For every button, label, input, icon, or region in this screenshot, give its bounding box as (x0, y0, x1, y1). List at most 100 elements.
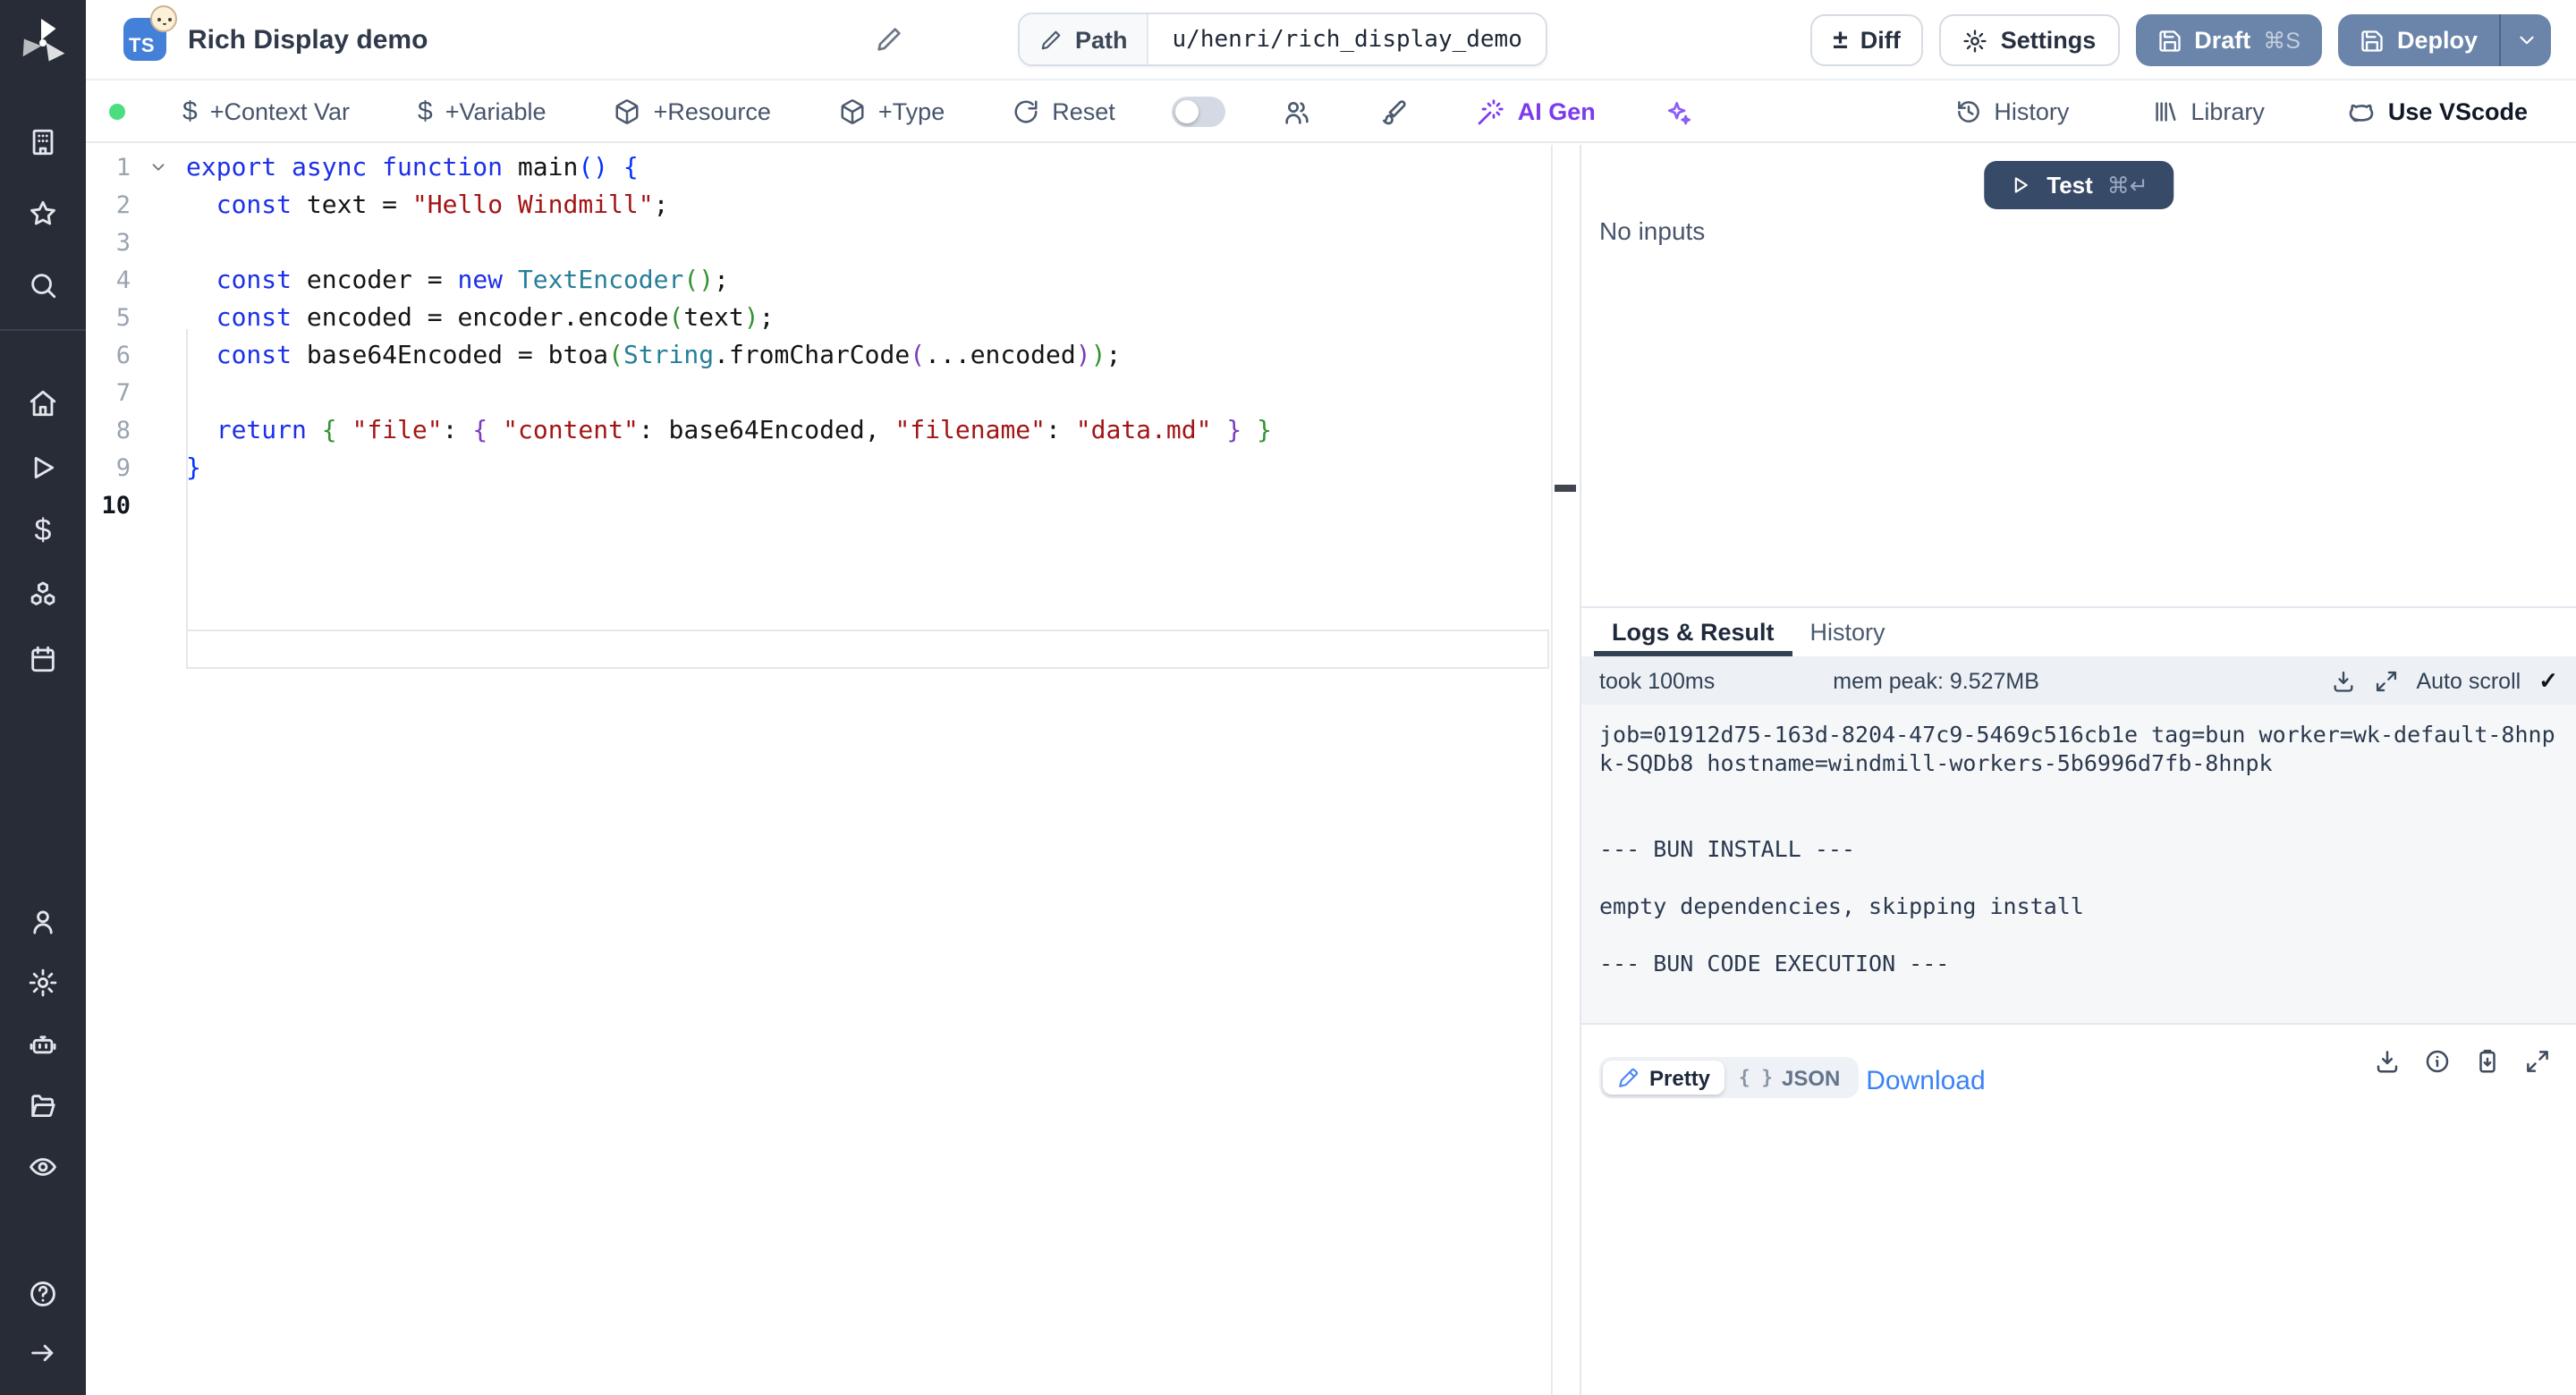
sidebar-item-eye-icon[interactable] (28, 1152, 58, 1182)
chevron-down-icon (2514, 29, 2538, 52)
pretty-view-option[interactable]: Pretty (1603, 1061, 1724, 1095)
draft-button[interactable]: Draft ⌘S (2135, 14, 2322, 66)
add-variable-button[interactable]: $ +Variable (407, 97, 557, 127)
run-panel: Test ⌘↵ No inputs Logs & Result History … (1580, 145, 2576, 1395)
sidebar-item-folder-icon[interactable] (28, 1091, 58, 1121)
edit-title-pencil-icon[interactable] (875, 25, 903, 54)
line-number: 5 (86, 303, 131, 332)
vscode-cat-icon (2347, 97, 2376, 126)
pen-nib-icon (1617, 1066, 1640, 1089)
page-title: Rich Display demo (188, 24, 428, 55)
deploy-split-button: Deploy (2338, 14, 2551, 66)
sidebar: $ (0, 0, 86, 1395)
library-books-icon (2151, 98, 2178, 125)
topbar-actions: ± Diff Settings Draft ⌘S Deploy (1809, 14, 2551, 66)
ai-sparkles-button[interactable] (1653, 96, 1703, 128)
ai-gen-button[interactable]: AI Gen (1466, 96, 1606, 128)
typescript-language-badge[interactable]: TS (123, 18, 166, 61)
auto-scroll-check-icon[interactable]: ✓ (2538, 666, 2558, 695)
code-text: const base64Encoded = btoa(String.fromCh… (186, 341, 1580, 369)
code-text: const encoded = encoder.encode(text); (186, 303, 1580, 332)
windmill-logo-icon[interactable] (16, 16, 70, 70)
deploy-dropdown-button[interactable] (2499, 14, 2551, 66)
test-shortcut: ⌘↵ (2107, 172, 2148, 199)
code-line-5: 5 const encoded = encoder.encode(text); (86, 299, 1580, 336)
code-line-7: 7 (86, 374, 1580, 411)
code-text: } (186, 453, 1580, 482)
code-line-3: 3 (86, 224, 1580, 261)
add-context-var-button[interactable]: $ +Context Var (172, 97, 360, 127)
diff-button[interactable]: ± Diff (1809, 14, 1923, 66)
topbar: TS Rich Display demo Path u/henri/rich_d… (86, 0, 2576, 80)
reset-button[interactable]: Reset (1002, 97, 1126, 127)
code-line-9: 9} (86, 449, 1580, 486)
code-editor[interactable]: 1export async function main() {2 const t… (86, 145, 1580, 1395)
sidebar-item-cubes-icon[interactable] (28, 579, 58, 610)
result-section: Pretty { } JSON Download (1581, 1023, 2576, 1395)
copy-clipboard-icon[interactable] (2474, 1048, 2501, 1075)
tab-logs-result[interactable]: Logs & Result (1594, 608, 1792, 656)
sidebar-item-user-icon[interactable] (28, 907, 58, 937)
path-label-text: Path (1075, 26, 1128, 53)
sidebar-item-gear-icon[interactable] (28, 968, 58, 998)
code-text: return { "file": { "content": base64Enco… (186, 416, 1580, 444)
path-control[interactable]: Path u/henri/rich_display_demo (1018, 13, 1547, 66)
info-icon[interactable] (2424, 1048, 2451, 1075)
json-view-option[interactable]: { } JSON (1724, 1061, 1854, 1095)
sidebar-item-calendar-icon[interactable] (28, 644, 58, 674)
no-inputs-text: No inputs (1599, 216, 1705, 245)
result-actions (2374, 1048, 2551, 1075)
fold-chevron-icon[interactable] (131, 157, 186, 177)
sidebar-divider (0, 329, 86, 331)
code-line-6: 6 const base64Encoded = btoa(String.from… (86, 336, 1580, 374)
settings-button[interactable]: Settings (1940, 14, 2120, 66)
package-icon (839, 98, 866, 125)
statusbar-actions: Auto scroll ✓ (2330, 666, 2558, 695)
deploy-label: Deploy (2397, 27, 2478, 54)
deploy-button[interactable]: Deploy (2338, 14, 2499, 66)
gear-settings-icon (1963, 28, 1988, 53)
current-line-highlight (186, 630, 1549, 669)
package-icon (614, 98, 641, 125)
sidebar-item-star-icon[interactable] (28, 199, 58, 229)
run-duration: took 100ms (1599, 668, 1715, 693)
line-number: 9 (86, 453, 131, 482)
expand-logs-icon[interactable] (2373, 668, 2398, 693)
sidebar-item-dollar-icon[interactable]: $ (35, 515, 52, 545)
tab-history[interactable]: History (1792, 608, 1903, 656)
refresh-icon (1013, 98, 1039, 125)
ts-badge-label: TS (129, 36, 155, 57)
add-resource-button[interactable]: +Resource (604, 97, 782, 127)
editor-toolbar: $ +Context Var $ +Variable +Resource +Ty… (86, 82, 2576, 143)
toolbar-right: History Library Use VScode (1944, 96, 2538, 128)
collab-toggle[interactable] (1173, 97, 1226, 127)
history-button[interactable]: History (1944, 97, 2080, 127)
auto-scroll-label[interactable]: Auto scroll (2416, 668, 2521, 693)
users-icon (1284, 97, 1312, 126)
sidebar-item-robot-icon[interactable] (28, 1030, 58, 1061)
sidebar-item-help-icon[interactable] (28, 1279, 58, 1309)
overview-ruler[interactable] (1551, 145, 1580, 1395)
sidebar-item-home-icon[interactable] (28, 388, 58, 418)
sidebar-item-play-icon[interactable] (28, 452, 58, 483)
sidebar-item-search-icon[interactable] (28, 270, 58, 300)
line-number: 4 (86, 266, 131, 294)
add-type-button[interactable]: +Type (828, 97, 955, 127)
job-logs[interactable]: job=01912d75-163d-8204-47c9-5469c516cb1e… (1581, 705, 2576, 1023)
multiplayer-button[interactable] (1273, 96, 1323, 128)
sidebar-item-building-icon[interactable] (28, 127, 58, 157)
sidebar-item-arrow-right-icon[interactable] (28, 1338, 58, 1368)
line-number: 3 (86, 228, 131, 257)
expand-result-icon[interactable] (2524, 1048, 2551, 1075)
save-icon (2157, 28, 2182, 53)
download-logs-icon[interactable] (2330, 668, 2355, 693)
use-vscode-button[interactable]: Use VScode (2336, 96, 2538, 128)
path-label: Path (1020, 14, 1149, 64)
download-file-link[interactable]: Download (1866, 1066, 1985, 1096)
code-line-10: 10 (86, 486, 1580, 524)
download-result-icon[interactable] (2374, 1048, 2401, 1075)
library-button[interactable]: Library (2140, 97, 2275, 127)
dollar-icon: $ (182, 98, 198, 125)
test-run-button[interactable]: Test ⌘↵ (1984, 161, 2174, 209)
format-button[interactable] (1369, 96, 1419, 128)
